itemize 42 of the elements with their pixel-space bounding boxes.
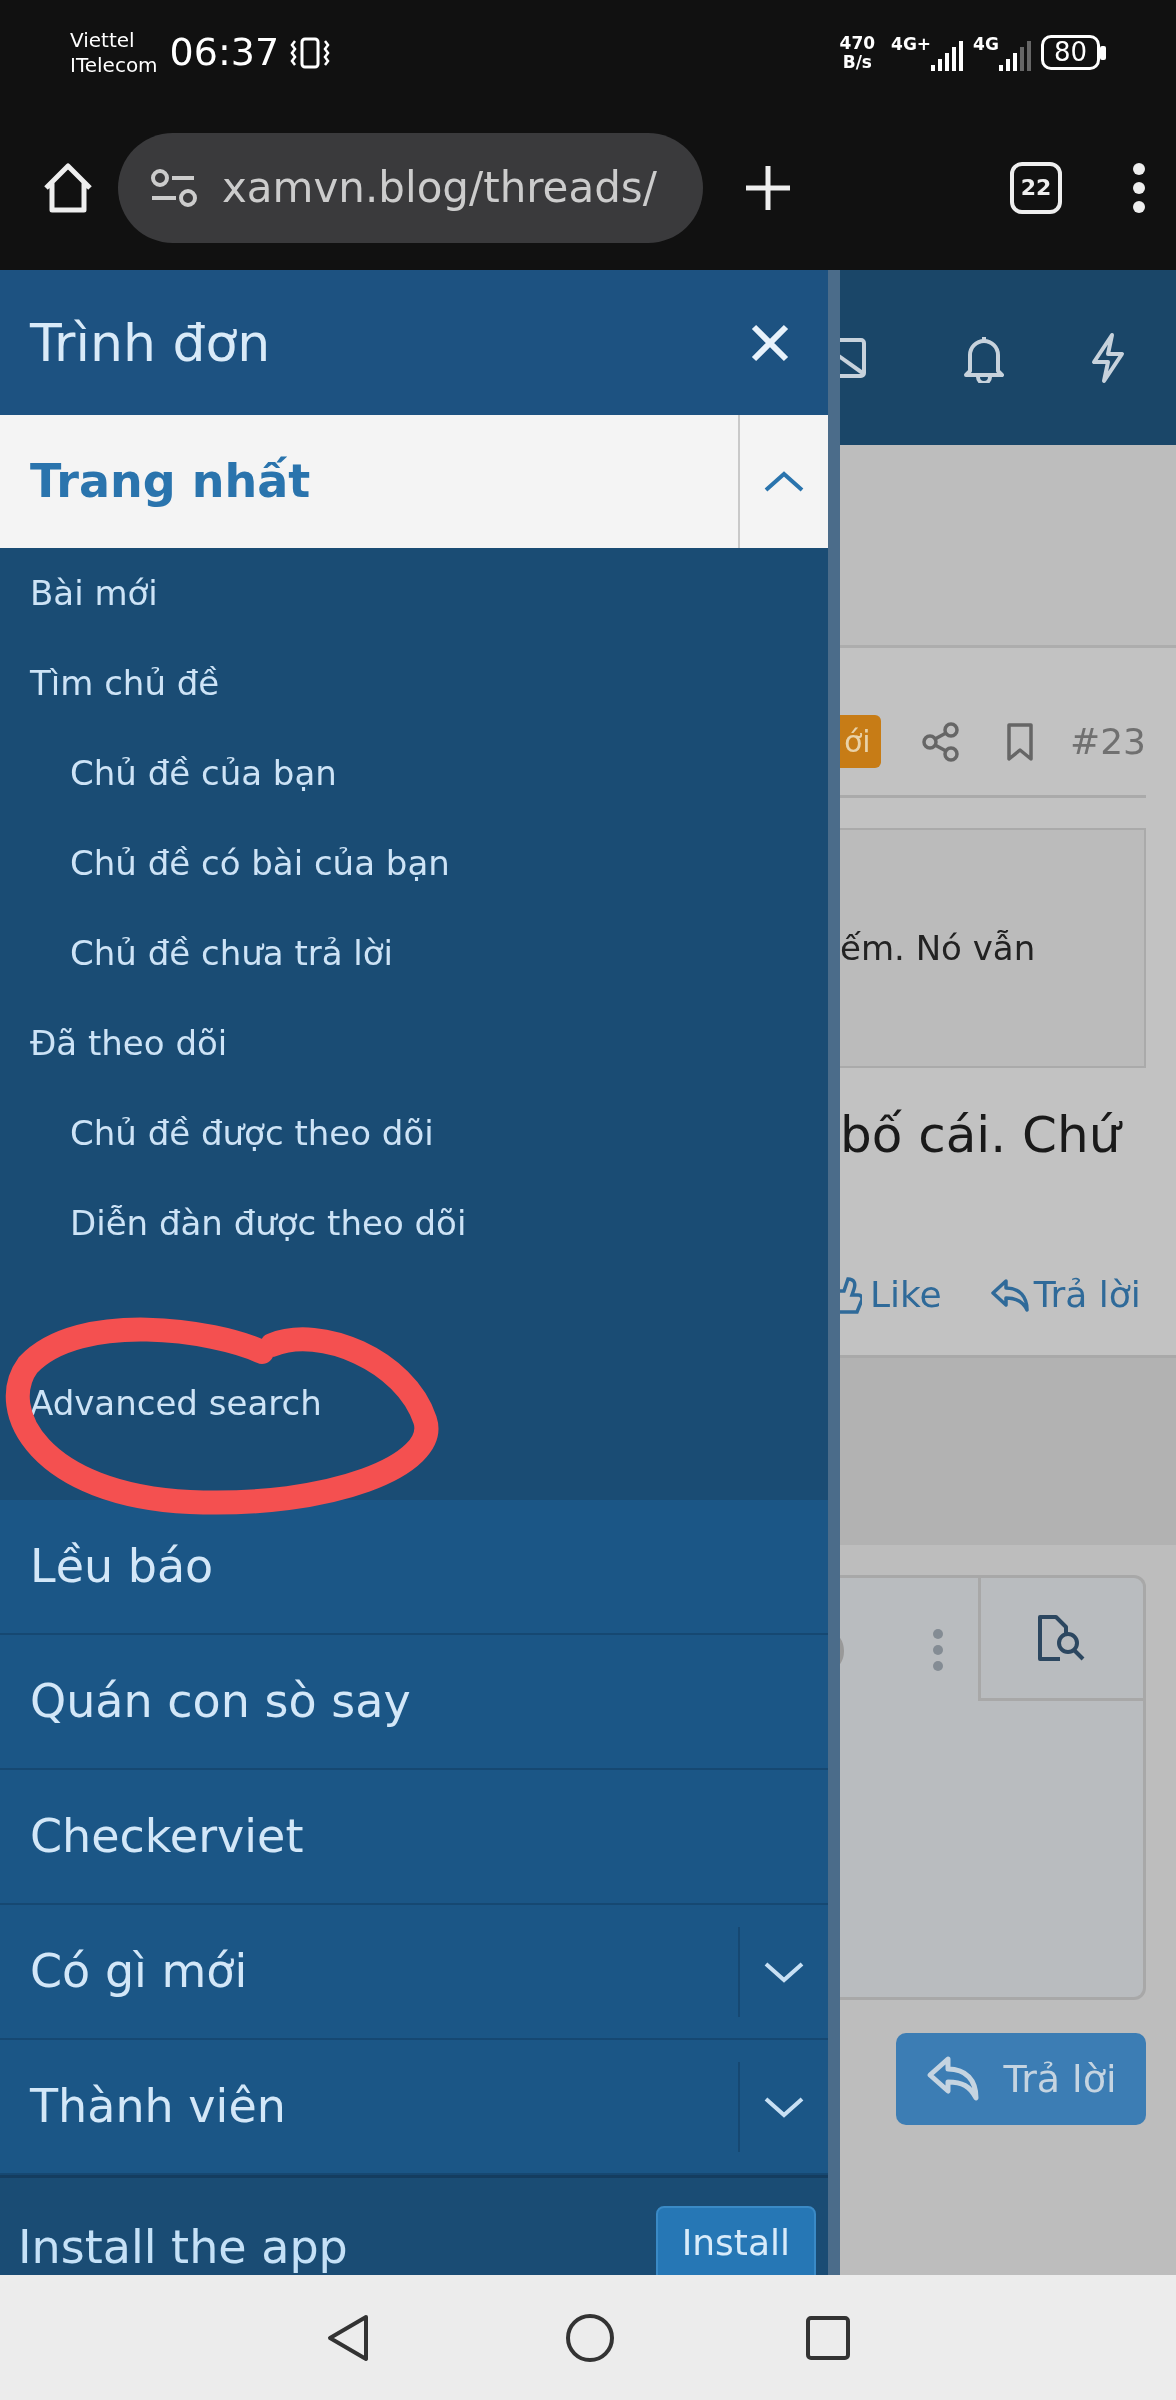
network-speed: 470: [839, 33, 876, 53]
submenu-item[interactable]: Tìm chủ đề: [0, 638, 828, 728]
network-type: 4G+: [891, 34, 932, 54]
site-settings-icon[interactable]: [148, 167, 200, 208]
network-speed: B/s: [841, 52, 873, 72]
carrier-name: Viettel: [70, 27, 136, 53]
reply-icon: [925, 2055, 980, 2103]
network-type: 4G: [973, 34, 999, 54]
menu-item[interactable]: Checkerviet: [30, 1802, 304, 1871]
submenu-item[interactable]: Advanced search: [0, 1358, 828, 1448]
share-icon[interactable]: [920, 721, 961, 762]
menu-item[interactable]: Trang nhất: [30, 447, 311, 516]
menu-item[interactable]: Có gì mới: [30, 1937, 248, 2006]
post-badge: ới: [840, 715, 881, 768]
submenu-item[interactable]: Chủ đề của bạn: [0, 728, 828, 818]
carrier-name: ITelecom: [70, 52, 158, 78]
address-bar[interactable]: xamvn.blog/threads/: [118, 132, 703, 243]
quote-text: ếm. Nó vẫn: [840, 926, 1036, 970]
close-icon[interactable]: [750, 322, 790, 363]
home-button-icon[interactable]: [564, 2312, 615, 2363]
submenu-item[interactable]: Diễn đàn được theo dõi: [0, 1178, 828, 1268]
recents-icon[interactable]: [804, 2314, 851, 2361]
menu-item[interactable]: Lều báo: [30, 1532, 214, 1601]
menu-item[interactable]: Thành viên: [30, 2072, 286, 2141]
more-icon[interactable]: [1132, 161, 1146, 214]
reply-icon[interactable]: [989, 1277, 1030, 1313]
submenu-item[interactable]: Đã theo dõi: [0, 998, 828, 1088]
menu-title: Trình đơn: [30, 311, 271, 375]
back-icon[interactable]: [325, 2312, 370, 2363]
post-text: bố cái. Chứ: [840, 1105, 1124, 1166]
submenu-item[interactable]: Bài mới: [0, 548, 828, 638]
install-label: Install the app: [18, 2219, 348, 2275]
submenu-item[interactable]: Chủ đề chưa trả lời: [0, 908, 828, 998]
submenu-item[interactable]: Chủ đề có bài của bạn: [0, 818, 828, 908]
tab-count[interactable]: 22: [1010, 161, 1062, 214]
battery-tip-icon: [1100, 45, 1106, 60]
bookmark-icon[interactable]: [1004, 721, 1035, 762]
thumbs-up-icon[interactable]: [840, 1275, 862, 1315]
status-time: 06:37: [169, 29, 280, 76]
submenu-item[interactable]: Chủ đề được theo dõi: [0, 1088, 828, 1178]
install-button[interactable]: Install: [655, 2206, 816, 2275]
battery-level: 80: [1040, 35, 1100, 70]
